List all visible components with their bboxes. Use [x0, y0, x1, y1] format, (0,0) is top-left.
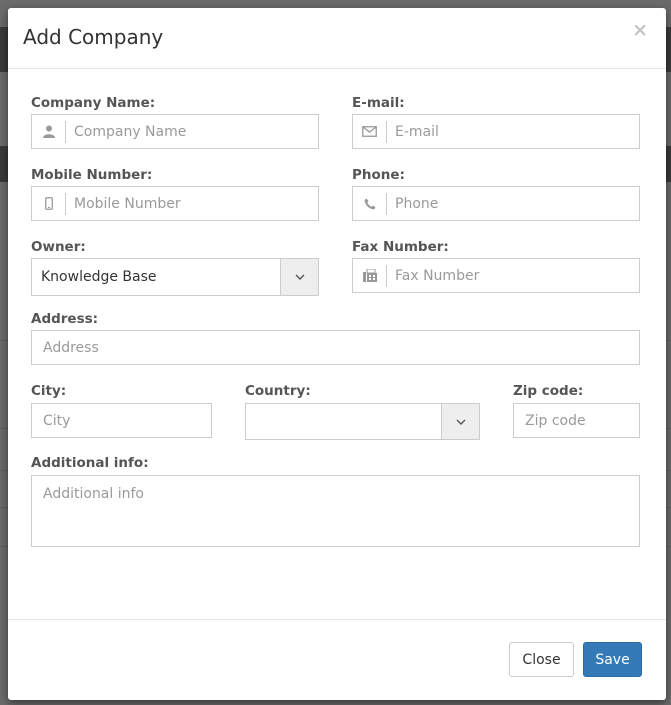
company-name-placeholder: Company Name [74, 123, 187, 140]
city-label: City: [31, 383, 67, 399]
additional-info-label: Additional info: [31, 455, 149, 471]
country-select[interactable] [245, 403, 480, 440]
zip-code-input[interactable]: Zip code [513, 403, 640, 438]
email-label: E-mail: [352, 95, 405, 111]
address-label: Address: [31, 311, 99, 327]
add-company-modal: Add Company × Company Name: Company Name… [8, 8, 666, 700]
address-placeholder: Address [43, 339, 99, 356]
user-icon [32, 115, 65, 148]
zip-code-placeholder: Zip code [525, 412, 586, 429]
mobile-number-input[interactable]: Mobile Number [31, 186, 319, 221]
modal-title: Add Company [23, 25, 164, 49]
fax-icon [353, 259, 386, 292]
mobile-number-label: Mobile Number: [31, 167, 153, 183]
phone-icon [353, 187, 386, 220]
close-button[interactable]: Close [509, 642, 574, 677]
company-name-input[interactable]: Company Name [31, 114, 319, 149]
mobile-number-placeholder: Mobile Number [74, 195, 181, 212]
modal-footer: Close Save [8, 619, 666, 700]
modal-header: Add Company × [8, 8, 666, 69]
close-icon[interactable]: × [632, 21, 648, 40]
fax-number-label: Fax Number: [352, 239, 449, 255]
owner-select[interactable]: Knowledge Base [31, 258, 319, 296]
zip-code-label: Zip code: [513, 383, 584, 399]
address-input[interactable]: Address [31, 330, 640, 365]
city-placeholder: City [43, 412, 71, 429]
save-button[interactable]: Save [583, 642, 642, 677]
company-name-label: Company Name: [31, 95, 156, 111]
chevron-down-icon[interactable] [441, 404, 479, 439]
mobile-icon [32, 187, 65, 220]
phone-input[interactable]: Phone [352, 186, 640, 221]
additional-info-textarea[interactable]: Additional info [31, 475, 640, 547]
chevron-down-icon[interactable] [280, 259, 318, 295]
city-input[interactable]: City [31, 403, 212, 438]
fax-number-input[interactable]: Fax Number [352, 258, 640, 293]
country-label: Country: [245, 383, 311, 399]
email-placeholder: E-mail [395, 123, 439, 140]
envelope-icon [353, 115, 386, 148]
fax-number-placeholder: Fax Number [395, 267, 480, 284]
owner-label: Owner: [31, 239, 86, 255]
phone-placeholder: Phone [395, 195, 439, 212]
phone-label: Phone: [352, 167, 405, 183]
email-input[interactable]: E-mail [352, 114, 640, 149]
additional-info-placeholder: Additional info [43, 486, 144, 502]
owner-selected-value: Knowledge Base [41, 269, 157, 285]
